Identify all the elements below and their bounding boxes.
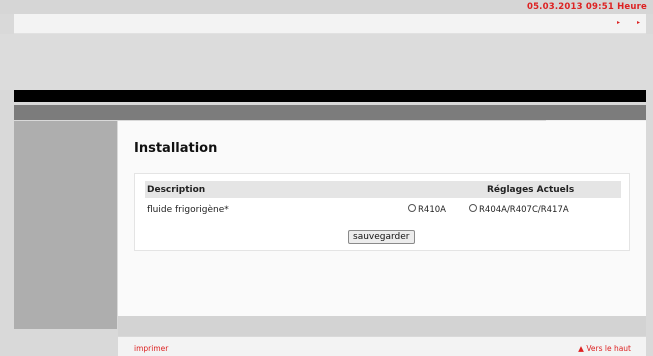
main-content: Installation Description Réglages Actuel… — [118, 121, 646, 316]
radio-option-r410a[interactable]: R410A — [408, 204, 446, 215]
nav-row: ▸ ▸ — [14, 14, 646, 34]
column-header-settings: Réglages Actuels — [487, 185, 575, 195]
black-bar — [14, 90, 646, 102]
print-link[interactable]: imprimer — [134, 344, 168, 353]
nav-arrow-icon[interactable]: ▸ — [617, 19, 620, 26]
column-header-description: Description — [147, 185, 206, 195]
header-band — [0, 34, 653, 90]
back-to-top-link[interactable]: ▲ Vers le haut — [578, 344, 631, 353]
settings-panel: Description Réglages Actuels fluide frig… — [134, 173, 630, 251]
datetime-display: 05.03.2013 09:51 Heure — [526, 2, 647, 12]
gray-bar — [14, 105, 646, 121]
content-bottom-band — [118, 316, 646, 336]
sidebar — [14, 121, 117, 329]
refrigerant-label: fluide frigorigène* — [147, 205, 229, 215]
radio-button-icon[interactable] — [408, 204, 416, 212]
footer: imprimer ▲ Vers le haut — [118, 337, 646, 356]
gray-bar-tab — [546, 105, 646, 121]
save-button[interactable]: sauvegarder — [348, 230, 415, 244]
table-header: Description Réglages Actuels — [145, 181, 621, 198]
radio-button-icon[interactable] — [469, 204, 477, 212]
page-title: Installation — [134, 141, 218, 156]
radio-option-r404a[interactable]: R404A/R407C/R417A — [469, 204, 569, 215]
radio-label: R410A — [418, 205, 446, 215]
nav-arrow-icon[interactable]: ▸ — [637, 19, 640, 26]
top-bar: 05.03.2013 09:51 Heure — [0, 0, 653, 14]
radio-label: R404A/R407C/R417A — [479, 205, 569, 215]
